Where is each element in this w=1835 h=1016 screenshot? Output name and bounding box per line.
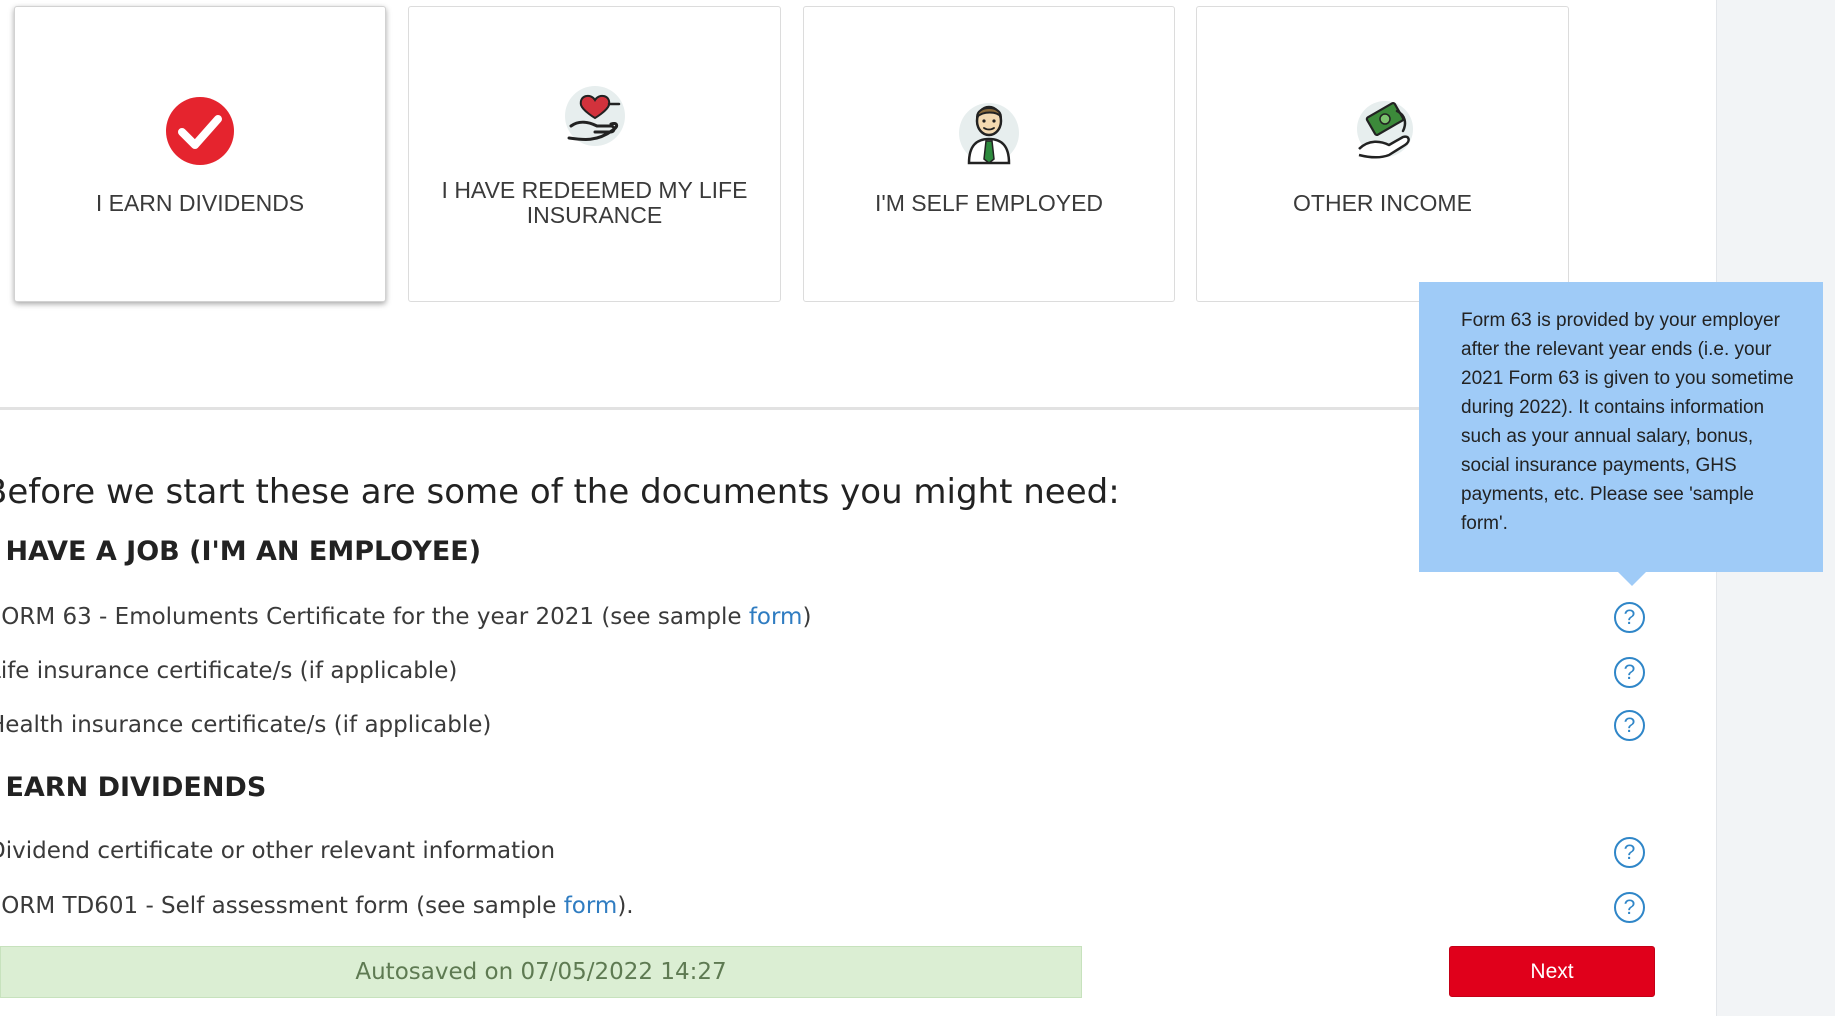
income-type-cards: I EARN DIVIDENDS I HAVE REDEEMED MY LIFE… [0, 6, 1600, 302]
section-divider [0, 407, 1430, 410]
help-icon[interactable]: ? [1614, 837, 1645, 868]
sample-form-link[interactable]: form [564, 893, 618, 919]
check-circle-icon [166, 96, 234, 165]
tooltip-arrow [1618, 572, 1646, 586]
autosave-status: Autosaved on 07/05/2022 14:27 [0, 946, 1082, 998]
doc-item-suffix: ). [617, 893, 634, 919]
card-self-employed[interactable]: I'M SELF EMPLOYED [803, 6, 1175, 302]
money-in-hand-icon [1356, 100, 1413, 159]
card-label: I'M SELF EMPLOYED [874, 189, 1104, 216]
doc-item-health-insurance: Health insurance certificate/s (if appli… [0, 712, 491, 738]
form63-tooltip: Form 63 is provided by your employer aft… [1419, 282, 1823, 572]
businessman-icon [959, 102, 1019, 164]
employee-heading: I HAVE A JOB (I'M AN EMPLOYEE) [0, 536, 482, 567]
card-redeemed-life-insurance[interactable]: I HAVE REDEEMED MY LIFE INSURANCE [408, 6, 781, 302]
doc-item-text: Life insurance certificate/s (if applica… [0, 658, 458, 684]
doc-item-text: FORM TD601 - Self assessment form (see s… [0, 893, 564, 919]
card-label: OTHER INCOME [1293, 189, 1472, 216]
doc-item-dividend-certificate: Dividend certificate or other relevant i… [0, 838, 555, 864]
documents-title: Before we start these are some of the do… [0, 472, 1120, 512]
card-label: I HAVE REDEEMED MY LIFE INSURANCE [441, 177, 748, 228]
next-button[interactable]: Next [1449, 946, 1655, 997]
doc-item-text: Dividend certificate or other relevant i… [0, 838, 556, 864]
doc-item-form63: FORM 63 - Emoluments Certificate for the… [0, 604, 811, 630]
help-icon[interactable]: ? [1614, 602, 1645, 633]
sample-form-link[interactable]: form [749, 604, 803, 630]
doc-item-suffix: ) [802, 604, 812, 630]
doc-item-text: FORM 63 - Emoluments Certificate for the… [0, 604, 749, 630]
card-earn-dividends[interactable]: I EARN DIVIDENDS [14, 6, 386, 302]
help-icon[interactable]: ? [1614, 892, 1645, 923]
help-icon[interactable]: ? [1614, 710, 1645, 741]
card-label: I EARN DIVIDENDS [95, 189, 305, 216]
heart-in-hand-icon [564, 86, 625, 146]
dividends-heading: I EARN DIVIDENDS [0, 772, 267, 803]
doc-item-td601: FORM TD601 - Self assessment form (see s… [0, 893, 634, 919]
doc-item-text: Health insurance certificate/s (if appli… [0, 712, 492, 738]
card-other-income[interactable]: OTHER INCOME [1196, 6, 1569, 302]
help-icon[interactable]: ? [1614, 657, 1645, 688]
doc-item-life-insurance: Life insurance certificate/s (if applica… [0, 658, 457, 684]
